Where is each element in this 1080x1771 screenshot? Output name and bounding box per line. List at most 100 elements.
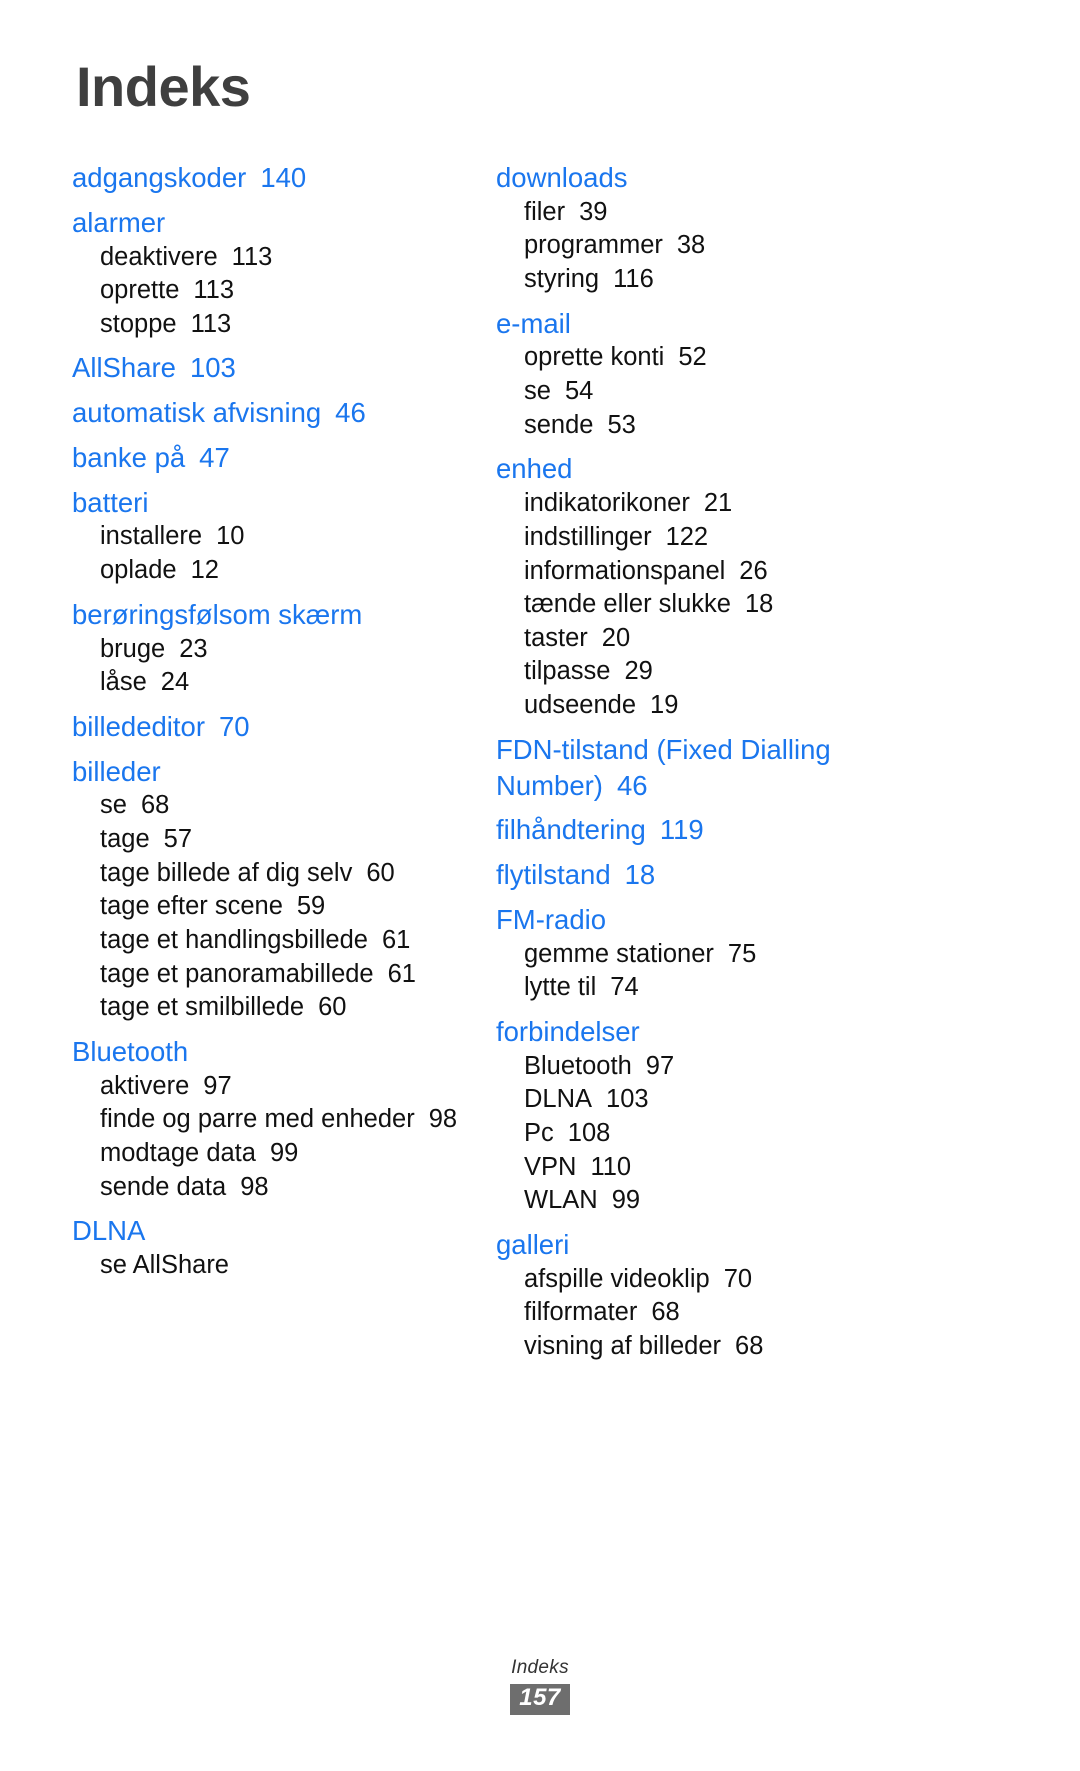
index-subentry[interactable]: tage et handlingsbillede 61 xyxy=(72,924,462,958)
index-subentry[interactable]: se AllShare xyxy=(72,1249,462,1283)
index-subentry-page: 38 xyxy=(676,231,706,260)
index-subentry-page: 122 xyxy=(665,522,709,551)
index-subentry[interactable]: tage et panoramabillede 61 xyxy=(72,958,462,992)
index-subentry-list: aktivere 97 finde og parre med enheder 98 mo… xyxy=(72,1070,462,1205)
index-subentry-label: filformater xyxy=(524,1298,638,1327)
index-term[interactable]: e-mail xyxy=(496,306,982,342)
index-term-label: forbindelser xyxy=(496,1015,640,1047)
index-term-label: batteri xyxy=(72,486,149,518)
index-subentry-page: 68 xyxy=(140,791,170,820)
index-subentry[interactable]: aktivere 97 xyxy=(72,1070,462,1104)
index-subentry-page: 53 xyxy=(607,410,636,439)
index-subentry-page: 103 xyxy=(606,1085,649,1114)
index-page: Indeks adgangskoder 140 alarmer deaktivere 1… xyxy=(0,0,1080,1771)
index-term[interactable]: batteri xyxy=(72,485,462,521)
index-term[interactable]: billeder xyxy=(72,754,462,790)
index-term[interactable]: alarmer xyxy=(72,205,462,241)
index-subentry[interactable]: se 54 xyxy=(496,375,982,409)
index-subentry[interactable]: gemme stationer 75 xyxy=(496,938,982,972)
index-term[interactable]: forbindelser xyxy=(496,1014,982,1050)
index-entry: FDN-tilstand (Fixed Dialling Number) 46 xyxy=(496,732,982,804)
index-subentry[interactable]: finde og parre med enheder 98 xyxy=(72,1103,462,1137)
page-title: Indeks xyxy=(76,55,251,118)
index-subentry[interactable]: installere 10 xyxy=(72,520,462,554)
footer-label: Indeks xyxy=(511,1657,569,1679)
index-subentry[interactable]: filer 39 xyxy=(496,196,982,230)
index-subentry[interactable]: VPN 110 xyxy=(496,1151,982,1185)
index-term-label: flytilstand xyxy=(496,859,611,891)
index-term[interactable]: enhed xyxy=(496,451,982,487)
index-subentry-label: se AllShare xyxy=(100,1251,229,1280)
index-subentry[interactable]: tage billede af dig selv 60 xyxy=(72,857,462,891)
index-subentry[interactable]: lytte til 74 xyxy=(496,971,982,1005)
index-subentry[interactable]: sende data 98 xyxy=(72,1171,462,1205)
index-subentry[interactable]: DLNA 103 xyxy=(496,1083,982,1117)
index-term[interactable]: berøringsfølsom skærm xyxy=(72,597,462,633)
index-subentry-page: 68 xyxy=(735,1331,764,1360)
index-term-label: banke på xyxy=(72,441,186,473)
index-subentry[interactable]: Bluetooth 97 xyxy=(496,1050,982,1084)
index-subentry-list: Bluetooth 97 DLNA 103 Pc 108 VPN 110 WLAN 99 xyxy=(496,1050,982,1218)
index-term-page: 18 xyxy=(624,859,656,891)
index-subentry-label: DLNA xyxy=(524,1085,593,1114)
index-subentry[interactable]: oprette konti 52 xyxy=(496,341,982,375)
index-term[interactable]: banke på 47 xyxy=(72,440,462,476)
index-subentry-page: 68 xyxy=(651,1298,680,1327)
index-subentry[interactable]: se 68 xyxy=(72,789,462,823)
index-term[interactable]: downloads xyxy=(496,160,982,196)
index-subentry[interactable]: tænde eller slukke 18 xyxy=(496,588,982,622)
index-term-label: FDN-tilstand (Fixed Dialling Number) xyxy=(496,733,831,801)
index-subentry[interactable]: taster 20 xyxy=(496,622,982,656)
index-subentry-label: bruge xyxy=(100,634,166,663)
index-subentry[interactable]: Pc 108 xyxy=(496,1117,982,1151)
index-subentry-list: gemme stationer 75 lytte til 74 xyxy=(496,938,982,1005)
index-term[interactable]: flytilstand 18 xyxy=(496,857,982,893)
index-entry: FM-radio gemme stationer 75 lytte til 74 xyxy=(496,902,982,1005)
index-subentry[interactable]: udseende 19 xyxy=(496,689,982,723)
index-term[interactable]: automatisk afvisning 46 xyxy=(72,395,462,431)
index-subentry[interactable]: oprette 113 xyxy=(72,274,462,308)
index-term[interactable]: adgangskoder 140 xyxy=(72,160,462,196)
index-term[interactable]: filhåndtering 119 xyxy=(496,812,982,848)
index-term-label: berøringsfølsom skærm xyxy=(72,598,363,630)
index-subentry[interactable]: tage et smilbillede 60 xyxy=(72,991,462,1025)
index-term[interactable]: FM-radio xyxy=(496,902,982,938)
index-entry: billeder se 68 tage 57 tage billede af dig se… xyxy=(72,754,462,1025)
index-subentry-label: stoppe xyxy=(100,309,177,338)
index-term-label: downloads xyxy=(496,162,628,193)
index-term[interactable]: AllShare 103 xyxy=(72,350,462,386)
index-term[interactable]: galleri xyxy=(496,1227,982,1263)
index-subentry[interactable]: informationspanel 26 xyxy=(496,555,982,589)
index-subentry-page: 98 xyxy=(240,1172,269,1201)
index-subentry[interactable]: stoppe 113 xyxy=(72,308,462,342)
index-term[interactable]: Bluetooth xyxy=(72,1034,462,1070)
index-subentry[interactable]: sende 53 xyxy=(496,409,982,443)
index-subentry[interactable]: deaktivere 113 xyxy=(72,241,462,275)
index-entry: Bluetooth aktivere 97 finde og parre med en… xyxy=(72,1034,462,1204)
index-subentry-label: gemme stationer xyxy=(524,939,714,968)
index-term[interactable]: FDN-tilstand (Fixed Dialling Number) 46 xyxy=(496,732,982,804)
index-subentry-label: afspille videoklip xyxy=(524,1264,710,1293)
index-subentry[interactable]: oplade 12 xyxy=(72,554,462,588)
index-subentry[interactable]: indstillinger 122 xyxy=(496,521,982,555)
index-subentry[interactable]: visning af billeder 68 xyxy=(496,1330,982,1364)
index-term[interactable]: DLNA xyxy=(72,1213,462,1249)
index-subentry[interactable]: modtage data 99 xyxy=(72,1137,462,1171)
index-term[interactable]: billededitor 70 xyxy=(72,709,462,745)
index-subentry-label: tilpasse xyxy=(524,657,611,686)
index-subentry-page: 74 xyxy=(610,973,639,1002)
index-subentry[interactable]: tage efter scene 59 xyxy=(72,890,462,924)
index-subentry[interactable]: indikatorikoner 21 xyxy=(496,487,982,521)
index-entry: filhåndtering 119 xyxy=(496,812,982,848)
index-subentry-page: 60 xyxy=(318,993,347,1022)
index-subentry[interactable]: tilpasse 29 xyxy=(496,655,982,689)
index-subentry[interactable]: styring 116 xyxy=(496,263,982,297)
index-subentry[interactable]: bruge 23 xyxy=(72,633,462,667)
index-subentry[interactable]: tage 57 xyxy=(72,823,462,857)
index-subentry-page: 97 xyxy=(203,1071,232,1100)
index-subentry[interactable]: afspille videoklip 70 xyxy=(496,1263,982,1297)
index-subentry[interactable]: filformater 68 xyxy=(496,1296,982,1330)
index-subentry[interactable]: WLAN 99 xyxy=(496,1184,982,1218)
index-subentry[interactable]: låse 24 xyxy=(72,666,462,700)
index-subentry[interactable]: programmer 38 xyxy=(496,229,982,263)
